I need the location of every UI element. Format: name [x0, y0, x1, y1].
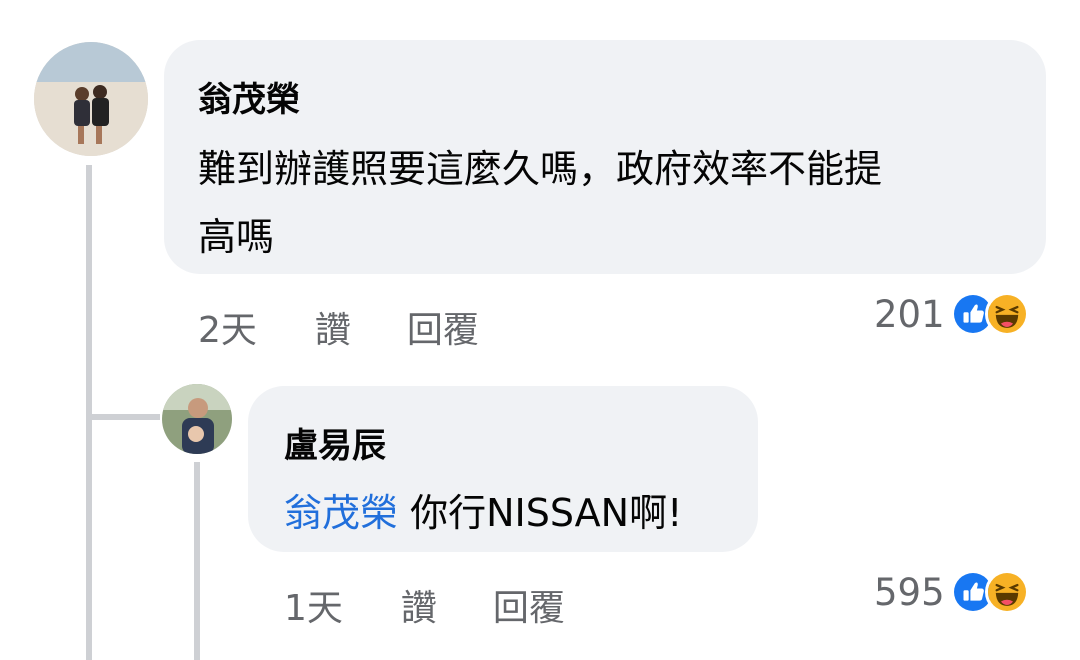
reaction-count-1: 201	[874, 292, 945, 336]
reactions-summary-2[interactable]: 595	[874, 568, 1029, 616]
comment-text-2-body: 你行NISSAN啊!	[398, 491, 683, 535]
haha-icon	[984, 292, 1029, 336]
reply-button-2[interactable]: 回覆	[493, 579, 565, 631]
comment-actions-2: 1天 讚 回覆	[284, 580, 565, 630]
thread-line-reply	[194, 462, 200, 660]
thread-line-branch	[86, 414, 160, 420]
comment-author-2[interactable]: 盧易辰	[284, 418, 386, 467]
like-button-1[interactable]: 讚	[315, 301, 351, 353]
comment-author-1[interactable]: 翁茂榮	[198, 72, 300, 121]
thread-line-main	[86, 165, 92, 660]
comment-actions-1: 2天 讚 回覆	[198, 302, 479, 352]
avatar-comment-2[interactable]	[162, 384, 232, 454]
reaction-count-2: 595	[874, 570, 945, 614]
comment-time-1[interactable]: 2天	[198, 301, 257, 353]
like-button-2[interactable]: 讚	[401, 579, 437, 631]
avatar-comment-1[interactable]	[34, 42, 148, 156]
reactions-summary-1[interactable]: 201	[874, 290, 1029, 338]
comment-time-2[interactable]: 1天	[284, 579, 343, 631]
comment-text-line-2: 高嗎	[198, 215, 275, 259]
comment-text-line-1: 難到辦護照要這麼久嗎，政府效率不能提	[198, 147, 883, 191]
mention-link[interactable]: 翁茂榮	[284, 491, 398, 535]
reply-button-1[interactable]: 回覆	[407, 301, 479, 353]
haha-icon	[984, 570, 1029, 614]
comment-text-2: 翁茂榮 你行NISSAN啊!	[284, 482, 682, 537]
